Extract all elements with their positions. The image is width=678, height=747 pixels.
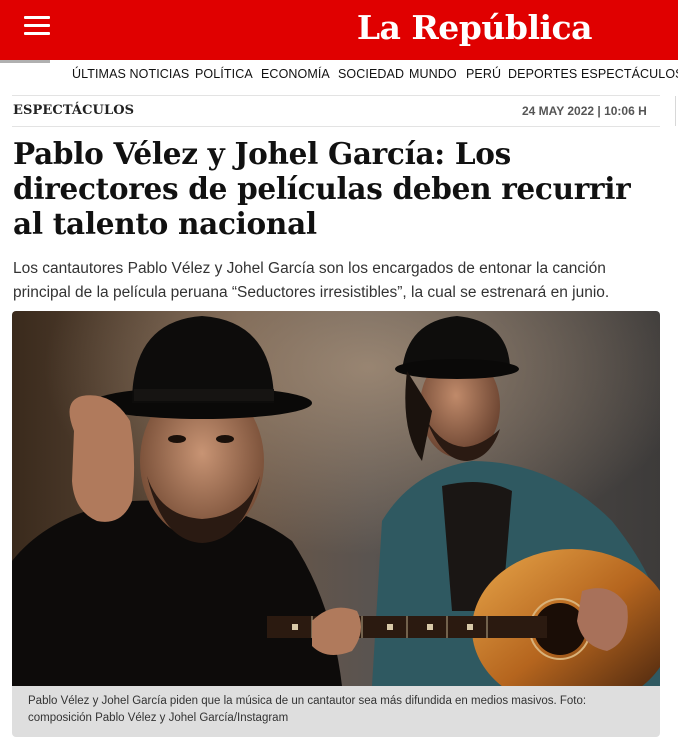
article-photo <box>12 311 660 686</box>
nav-item-sociedad[interactable]: SOCIEDAD <box>338 67 404 81</box>
section-nav: ÚLTIMAS NOTICIAS POLÍTICA ECONOMÍA SOCIE… <box>0 63 678 87</box>
article-summary: Los cantautores Pablo Vélez y Johel Garc… <box>13 260 610 301</box>
nav-item-mundo[interactable]: MUNDO <box>409 67 457 81</box>
nav-item-peru[interactable]: PERÚ <box>466 67 501 81</box>
nav-item-politica[interactable]: POLÍTICA <box>195 67 253 81</box>
nav-item-espectaculos[interactable]: ESPECTÁCULOS <box>581 67 678 81</box>
nav-item-ultimas-noticias[interactable]: ÚLTIMAS NOTICIAS <box>72 67 189 81</box>
photo-caption: Pablo Vélez y Johel García piden que la … <box>12 686 660 737</box>
nav-item-economia[interactable]: ECONOMÍA <box>261 67 330 81</box>
article-headline: Pablo Vélez y Johel García: Los director… <box>13 136 631 241</box>
hamburger-menu-icon[interactable] <box>24 16 50 36</box>
divider <box>12 95 660 96</box>
divider <box>675 96 676 126</box>
divider <box>12 126 660 127</box>
nav-item-deportes[interactable]: DEPORTES <box>508 67 577 81</box>
site-logo[interactable]: La República <box>357 8 593 47</box>
section-label[interactable]: ESPECTÁCULOS <box>13 103 134 118</box>
site-header: La República <box>0 0 678 60</box>
publish-date: 24 MAY 2022 | 10:06 H <box>522 104 647 118</box>
